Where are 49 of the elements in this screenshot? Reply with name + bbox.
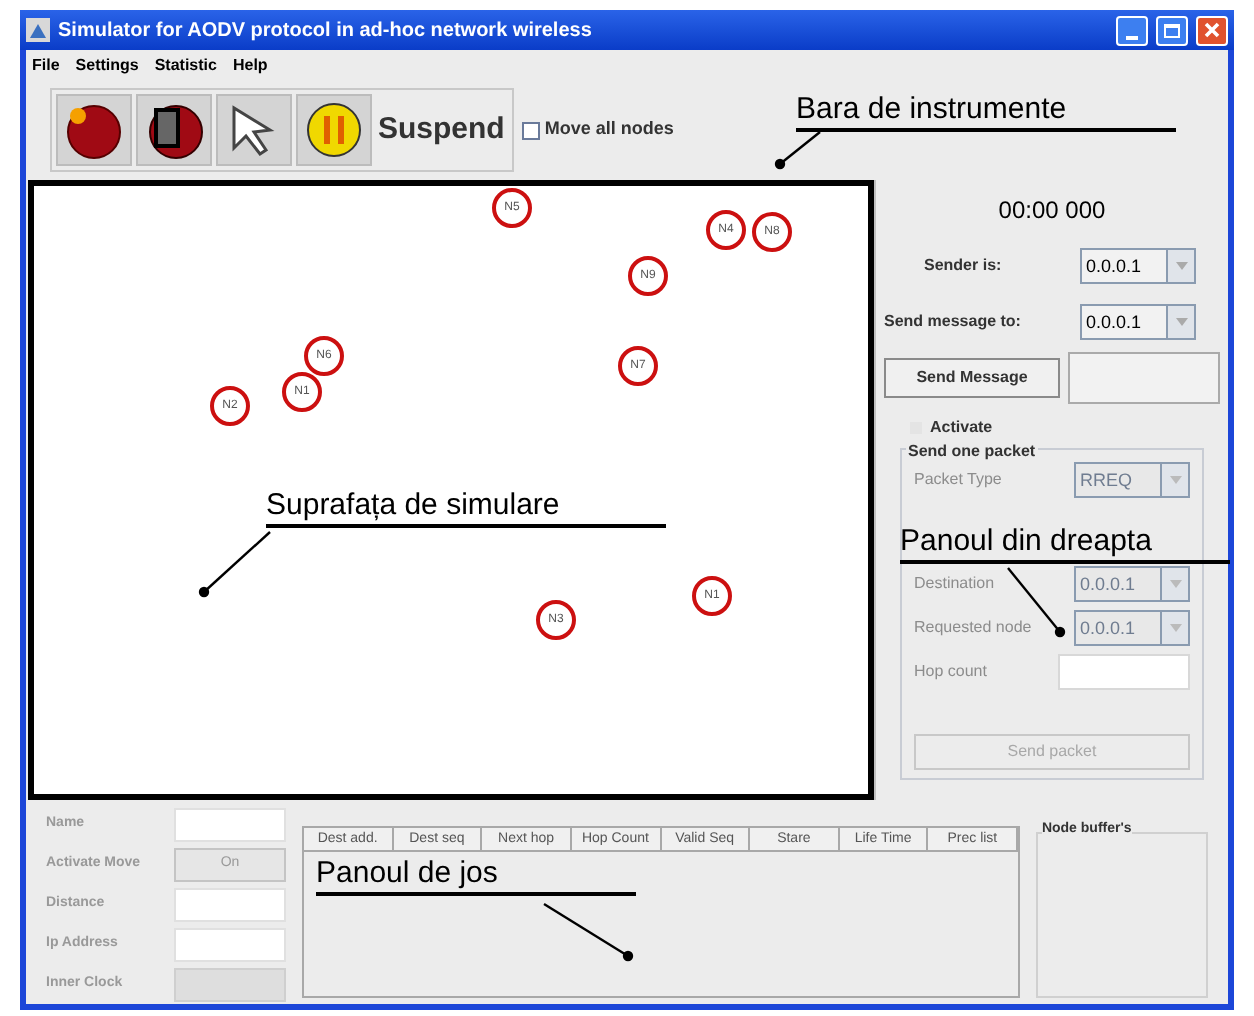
property-field[interactable]	[174, 888, 286, 922]
leader-line	[774, 126, 826, 170]
stop-disk-icon	[144, 100, 204, 160]
window-title: Simulator for AODV protocol in ad-hoc network wireless	[58, 17, 594, 45]
menu-item[interactable]: Settings	[75, 53, 139, 77]
move-all-nodes-checkbox[interactable]: Move all nodes	[522, 116, 674, 144]
property-field[interactable]	[174, 808, 286, 842]
minimize-button[interactable]	[1116, 15, 1148, 45]
annotation-label: Panoul din dreapta	[900, 524, 1230, 564]
caret-icon	[1169, 580, 1181, 588]
message-field[interactable]	[1068, 352, 1220, 404]
close-icon	[1204, 22, 1220, 38]
activate-checkbox[interactable]: Activate	[908, 416, 1220, 440]
annotation-label: Suprafața de simulare	[266, 488, 666, 528]
packet-field-label: Packet Type	[914, 468, 1002, 492]
close-button[interactable]	[1196, 15, 1228, 45]
ip-dropdown[interactable]: 0.0.0.1	[1080, 304, 1196, 340]
sender-label: Sender is:	[924, 254, 1002, 278]
annotation-label: Bara de instrumente	[796, 92, 1176, 132]
tool-button[interactable]	[56, 94, 132, 166]
menu-item[interactable]: File	[32, 53, 60, 77]
property-field	[174, 968, 286, 1002]
leader-line	[198, 526, 276, 598]
menu-item[interactable]: Help	[232, 53, 268, 77]
timer-text: 00:00 000	[996, 194, 1108, 228]
ip-dropdown[interactable]: 0.0.0.1	[1080, 248, 1196, 284]
tool-button[interactable]	[136, 94, 212, 166]
caret-icon	[1175, 318, 1187, 326]
tool-button[interactable]	[296, 94, 372, 166]
packet-field-label: Destination	[914, 572, 995, 596]
packet-field-label: Requested node	[914, 616, 1032, 640]
send-message-button[interactable]: Send Message	[884, 358, 1060, 398]
property-field[interactable]	[174, 928, 286, 962]
caret-icon	[1169, 624, 1181, 632]
annotation-label: Panoul de jos	[316, 856, 636, 896]
send-to-label: Send message to:	[884, 310, 1021, 334]
ball-icon	[64, 100, 124, 160]
app-icon	[26, 18, 50, 42]
caret-icon	[1175, 262, 1187, 270]
hop-count-field[interactable]	[1058, 654, 1190, 690]
maximize-button[interactable]	[1156, 15, 1188, 45]
leader-line	[538, 898, 634, 962]
packet-field-label: Hop count	[914, 660, 987, 684]
menu-item[interactable]: Statistic	[154, 53, 217, 77]
caret-icon	[1169, 476, 1181, 484]
tool-button[interactable]	[216, 94, 292, 166]
pause-icon	[304, 100, 364, 160]
suspend-label: Suspend	[378, 109, 507, 150]
group-title: Send one packet	[906, 440, 1038, 464]
